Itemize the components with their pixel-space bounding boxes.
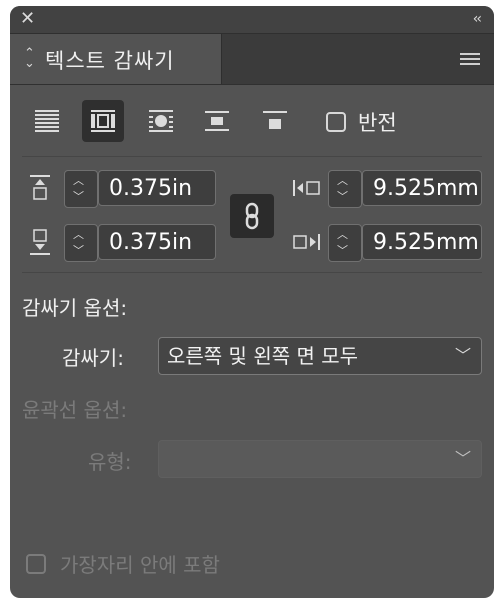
chevron-up-icon[interactable]: ︿ — [337, 175, 348, 187]
bottom-offset-input[interactable]: 0.375in — [98, 224, 216, 260]
bottom-offset-stepper[interactable]: ︿ ﹀ — [64, 224, 98, 262]
invert-checkbox[interactable] — [326, 112, 346, 132]
right-offset-stepper[interactable]: ︿ ﹀ — [328, 224, 362, 262]
wrap-object-shape-icon — [149, 110, 173, 132]
chevron-up-icon[interactable]: ︿ — [337, 229, 348, 241]
jump-to-next-column-icon — [263, 111, 287, 129]
top-offset-input[interactable]: 0.375in — [98, 170, 216, 206]
chevron-down-icon[interactable]: ﹀ — [337, 245, 348, 257]
wrap-side-value: 오른쪽 및 왼쪽 면 모두 — [167, 344, 359, 368]
chevron-down-icon: ﹀ — [454, 449, 471, 468]
tab-text-wrap[interactable]: ⌃ ⌄ 텍스트 감싸기 — [10, 34, 222, 84]
include-inside-edges-label: 가장자리 안에 포함 — [60, 553, 220, 577]
wrap-bounding-box-button[interactable] — [82, 100, 124, 142]
chain-link-icon — [245, 202, 259, 230]
tab-toggle-icon[interactable]: ⌃ ⌄ — [24, 47, 35, 70]
wrap-bounding-box-icon — [91, 110, 115, 132]
collapse-panel-icon[interactable]: ‹‹ — [473, 9, 482, 29]
include-inside-edges-checkbox[interactable] — [26, 554, 46, 574]
left-offset-icon — [293, 180, 320, 196]
left-offset-input[interactable]: 9.525mm — [362, 170, 482, 206]
chevron-down-icon[interactable]: ﹀ — [73, 191, 84, 203]
tab-title: 텍스트 감싸기 — [45, 49, 175, 73]
wrap-label: 감싸기: — [62, 346, 124, 370]
panel-menu-icon[interactable] — [460, 53, 480, 67]
text-wrap-panel: ✕ ‹‹ ⌃ ⌄ 텍스트 감싸기 반전 ︿ ﹀ 0.375in ︿ ﹀ 0.37… — [10, 6, 494, 598]
no-wrap-icon — [35, 110, 59, 132]
link-settings-button[interactable] — [230, 194, 274, 238]
no-wrap-button[interactable] — [26, 100, 68, 142]
left-offset-stepper[interactable]: ︿ ﹀ — [328, 170, 362, 208]
top-offset-icon — [30, 175, 50, 200]
divider — [22, 272, 482, 273]
chevron-down-icon[interactable]: ﹀ — [337, 191, 348, 203]
chevron-up-icon[interactable]: ︿ — [73, 175, 84, 187]
divider — [22, 156, 482, 157]
chevron-up-icon[interactable]: ︿ — [73, 229, 84, 241]
jump-object-button[interactable] — [196, 100, 238, 142]
right-offset-icon — [293, 234, 320, 250]
chevron-down-icon[interactable]: ﹀ — [73, 245, 84, 257]
jump-to-next-column-button[interactable] — [254, 100, 296, 142]
contour-type-label: 유형: — [88, 450, 132, 474]
wrap-side-select[interactable]: 오른쪽 및 왼쪽 면 모두 ﹀ — [158, 337, 482, 375]
right-offset-input[interactable]: 9.525mm — [362, 224, 482, 260]
jump-object-icon — [205, 111, 229, 131]
invert-label: 반전 — [358, 111, 397, 135]
contour-type-select[interactable]: ﹀ — [158, 440, 482, 478]
panel-title-bar: ✕ ‹‹ — [10, 6, 494, 34]
panel-tab-row: ⌃ ⌄ 텍스트 감싸기 — [10, 34, 494, 85]
top-offset-stepper[interactable]: ︿ ﹀ — [64, 170, 98, 208]
wrap-object-shape-button[interactable] — [140, 100, 182, 142]
chevron-down-icon: ﹀ — [454, 346, 471, 365]
wrap-options-heading: 감싸기 옵션: — [22, 296, 128, 320]
contour-options-heading: 윤곽선 옵션: — [22, 398, 128, 422]
close-icon[interactable]: ✕ — [20, 8, 35, 30]
bottom-offset-icon — [30, 229, 50, 255]
